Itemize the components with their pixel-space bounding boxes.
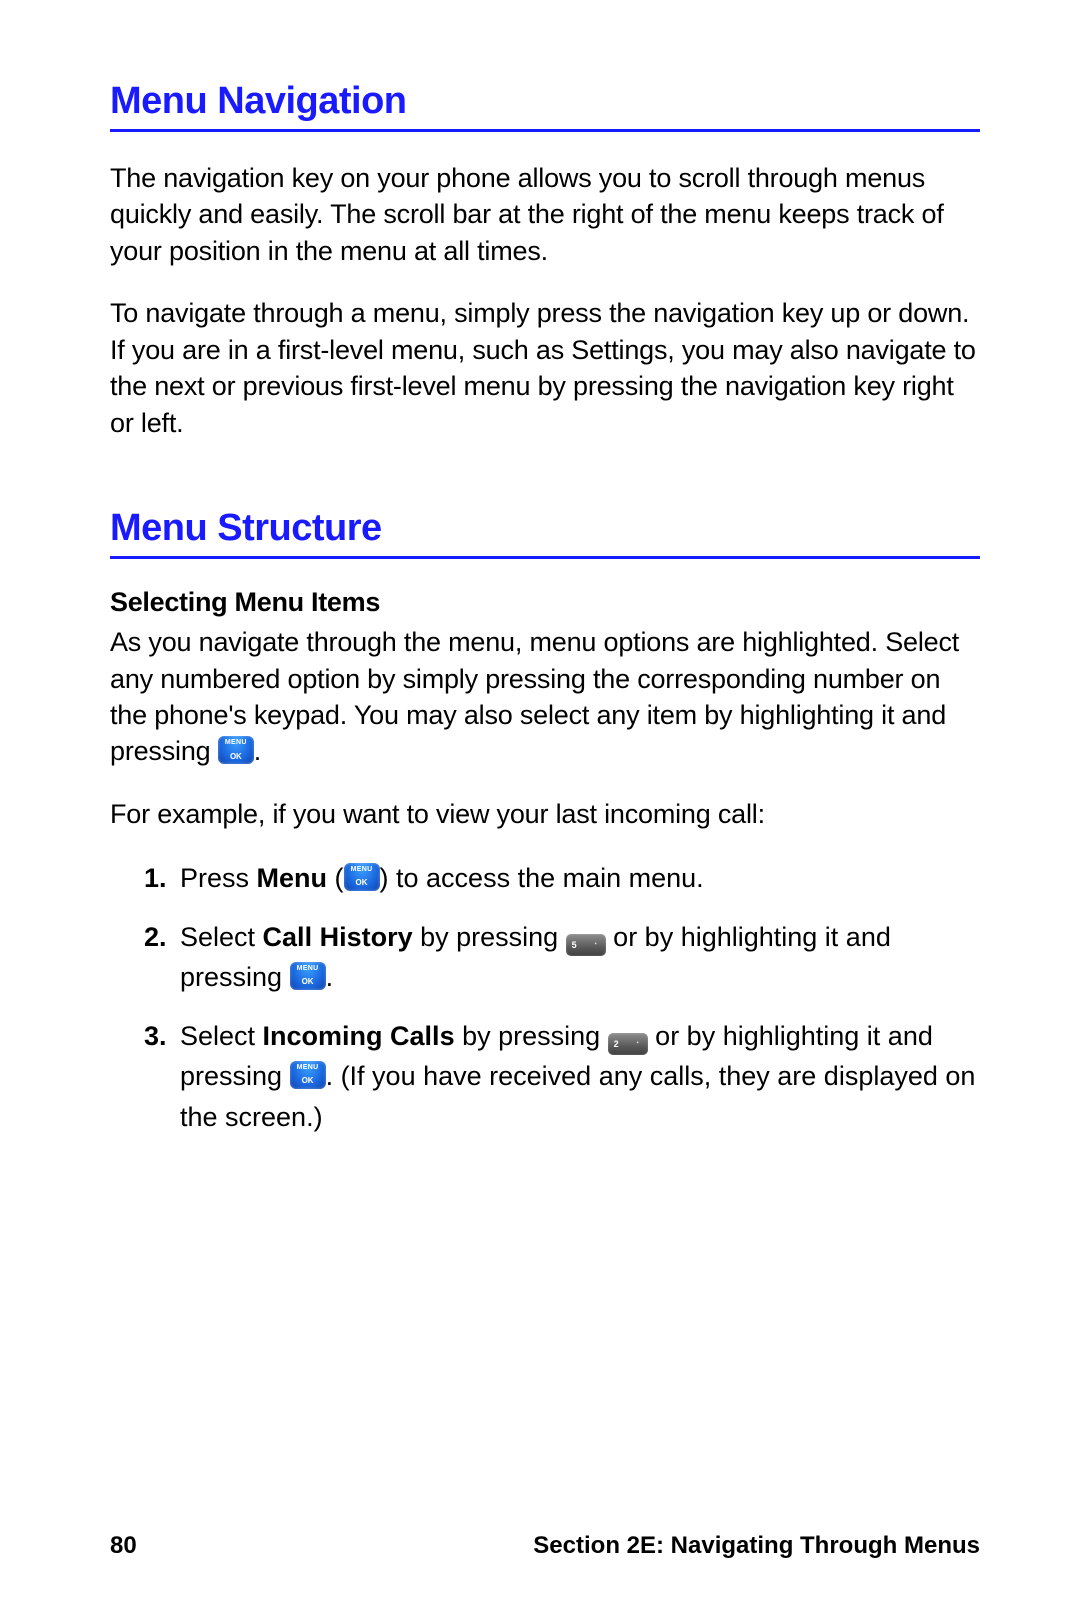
step-number: 1. [144,858,167,899]
subheading-selecting-items: Selecting Menu Items [110,587,980,618]
step-number: 2. [144,917,167,958]
bold-call-history: Call History [263,922,413,952]
step-2: 2. Select Call History by pressing 5 or … [144,917,980,998]
text-fragment: . [326,962,334,992]
text-fragment: ( [327,863,344,893]
text-fragment: ) to access the main menu. [380,863,704,893]
step-1: 1. Press Menu ( ) to access the main menu… [144,858,980,899]
heading-menu-navigation: Menu Navigation [110,80,980,123]
text-fragment: Select [180,922,263,952]
text-fragment: by pressing [413,922,566,952]
section-label: Section 2E: Navigating Through Menus [533,1532,980,1560]
heading-menu-structure: Menu Structure [110,507,980,550]
text-fragment: by pressing [455,1021,608,1051]
page-footer: 80 Section 2E: Navigating Through Menus [110,1532,980,1560]
text-fragment: Select [180,1021,263,1051]
step-number: 3. [144,1016,167,1057]
paragraph-select-1: As you navigate through the menu, menu o… [110,624,980,770]
heading-rule [110,129,980,132]
menu-ok-key-icon [290,1061,326,1089]
manual-page: Menu Navigation The navigation key on yo… [0,0,1080,1620]
paragraph-select-2: For example, if you want to view your la… [110,796,980,832]
heading-rule [110,556,980,559]
menu-ok-key-icon [218,736,254,764]
text-fragment: . [254,736,261,766]
text-fragment: Press [180,863,257,893]
paragraph-nav-2: To navigate through a menu, simply press… [110,295,980,441]
page-number: 80 [110,1532,137,1560]
step-3: 3. Select Incoming Calls by pressing 2 o… [144,1016,980,1138]
bold-incoming-calls: Incoming Calls [263,1021,455,1051]
menu-ok-key-icon [344,863,380,891]
steps-list: 1. Press Menu ( ) to access the main menu… [110,858,980,1137]
menu-ok-key-icon [290,962,326,990]
paragraph-nav-1: The navigation key on your phone allows … [110,160,980,269]
keypad-5-icon: 5 [566,934,606,956]
bold-menu: Menu [257,863,328,893]
keypad-2-icon: 2 [608,1033,648,1055]
